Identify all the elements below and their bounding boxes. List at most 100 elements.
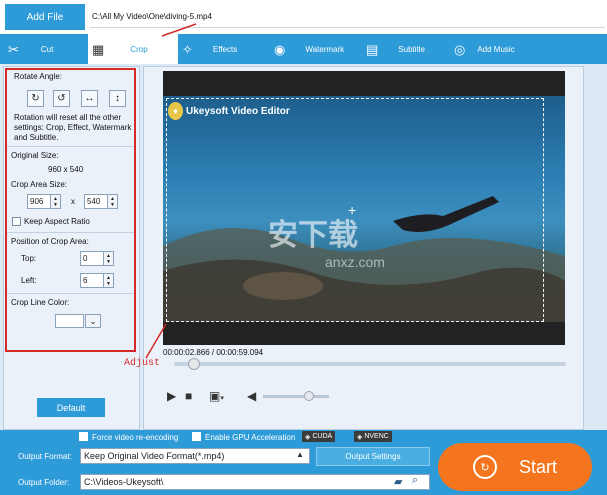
speaker-icon: ◀ bbox=[247, 389, 257, 403]
left-stepper[interactable]: 6 ▲ ▼ bbox=[80, 273, 114, 288]
effects-icon: ✧ bbox=[182, 41, 193, 57]
force-reencode-label: Force video re-encoding bbox=[92, 433, 179, 442]
tab-add-music-label: Add Music bbox=[477, 44, 515, 54]
refresh-icon: ↻ bbox=[472, 455, 497, 479]
music-icon: ◎ bbox=[454, 41, 466, 57]
stepper-arrows-icon[interactable]: ▲ ▼ bbox=[50, 195, 60, 208]
left-label: Left: bbox=[21, 276, 37, 285]
stepper-arrows-icon[interactable]: ▲ ▼ bbox=[103, 274, 113, 287]
output-format-label: Output Format: bbox=[18, 452, 72, 461]
left-value: 6 bbox=[83, 276, 88, 285]
rotation-note: Rotation will reset all the other settin… bbox=[14, 113, 132, 142]
site-watermark: 安下载 bbox=[268, 219, 358, 252]
tab-watermark-label: Watermark bbox=[305, 44, 345, 54]
stepper-arrows-icon[interactable]: ▲ ▼ bbox=[103, 252, 113, 265]
volume-button[interactable]: ◀ bbox=[247, 389, 256, 403]
rotate-angle-label: Rotate Angle: bbox=[14, 72, 63, 81]
stepper-arrows-icon[interactable]: ▲ ▼ bbox=[107, 195, 117, 208]
keep-aspect-ratio-checkbox[interactable] bbox=[12, 217, 21, 226]
crop-width-value: 906 bbox=[30, 197, 44, 206]
file-path: C:\All My Video\One\diving-5.mp4 bbox=[92, 12, 212, 21]
play-button[interactable]: ▶ bbox=[167, 389, 176, 403]
crop-area-size-label: Crop Area Size: bbox=[11, 180, 68, 189]
gpu-acceleration-label: Enable GPU Acceleration bbox=[205, 433, 296, 442]
chevron-down-icon: ▾ bbox=[220, 395, 224, 402]
nvenc-label: NVENC bbox=[364, 433, 389, 440]
crop-line-color-swatch[interactable] bbox=[55, 314, 84, 328]
chevron-down-icon: ⌄ bbox=[89, 315, 97, 326]
camera-icon: ▣ bbox=[209, 389, 221, 403]
rotate-cw-icon: ↻ bbox=[31, 93, 40, 104]
start-button[interactable]: ↻ Start bbox=[438, 443, 592, 491]
crop-height-stepper[interactable]: 540 ▲ ▼ bbox=[84, 194, 118, 209]
stop-button[interactable]: ■ bbox=[185, 389, 192, 403]
rotate-right-button[interactable]: ↻ bbox=[27, 90, 44, 107]
force-reencode-checkbox[interactable] bbox=[79, 432, 88, 441]
scissors-icon: ✂ bbox=[8, 41, 19, 57]
crosshair-icon[interactable]: + bbox=[348, 203, 356, 217]
timecode: 00:00:02.866 / 00:00:59.094 bbox=[163, 348, 264, 357]
crop-height-value: 540 bbox=[87, 197, 101, 206]
flip-vertical-icon: ↕ bbox=[115, 93, 120, 104]
flip-vertical-button[interactable]: ↕ bbox=[109, 90, 126, 107]
tab-add-music[interactable]: ◎ Add Music bbox=[450, 34, 540, 64]
flip-horizontal-button[interactable]: ↔ bbox=[81, 90, 98, 107]
output-format-select[interactable]: Keep Original Video Format(*.mp4) bbox=[80, 448, 310, 464]
highlight-box bbox=[5, 68, 136, 352]
tab-cut-label: Cut bbox=[40, 44, 54, 54]
tab-crop[interactable]: ▦ Crop bbox=[88, 34, 178, 64]
site-watermark-url: anxz.com bbox=[325, 254, 385, 270]
tab-bar: ✂ Cut ▦ Crop ✧ Effects ◉ Watermark ▤ Sub… bbox=[0, 34, 607, 64]
output-folder-label: Output Folder: bbox=[18, 478, 70, 487]
tab-effects-label: Effects bbox=[212, 44, 238, 54]
add-file-button[interactable]: Add File bbox=[5, 4, 85, 30]
nvidia-icon: ◈ bbox=[357, 433, 365, 441]
tab-subtitle[interactable]: ▤ Subtitle bbox=[358, 34, 450, 64]
watermark-icon: ◉ bbox=[274, 41, 286, 57]
volume-slider[interactable] bbox=[263, 395, 329, 398]
top-stepper[interactable]: 0 ▲ ▼ bbox=[80, 251, 114, 266]
crop-icon: ▦ bbox=[92, 41, 105, 57]
seek-handle[interactable] bbox=[187, 358, 200, 370]
output-folder-field[interactable]: C:\Videos-Ukeysoft\ bbox=[80, 474, 430, 490]
rotate-ccw-icon: ↺ bbox=[57, 93, 66, 104]
color-dropdown-button[interactable]: ⌄ bbox=[85, 314, 101, 328]
crop-line-color-label: Crop Line Color: bbox=[11, 298, 70, 307]
keep-aspect-ratio-label: Keep Aspect Ratio bbox=[24, 217, 90, 226]
crop-width-stepper[interactable]: 906 ▲ ▼ bbox=[27, 194, 61, 209]
top-value: 0 bbox=[83, 254, 88, 263]
annotation-arrow bbox=[161, 23, 197, 37]
annotation-arrow bbox=[145, 323, 167, 359]
seek-bar[interactable] bbox=[174, 362, 566, 366]
app-logo-icon: ♦ bbox=[168, 102, 183, 120]
play-icon: ▶ bbox=[167, 389, 177, 403]
default-button[interactable]: Default bbox=[37, 398, 105, 417]
search-icon[interactable]: ⌕ bbox=[412, 474, 418, 487]
divider bbox=[7, 146, 134, 147]
cuda-label: CUDA bbox=[312, 433, 333, 440]
tab-subtitle-label: Subtitle bbox=[398, 44, 425, 54]
tab-effects[interactable]: ✧ Effects bbox=[178, 34, 266, 64]
crop-size-separator: x bbox=[71, 197, 75, 206]
tab-watermark[interactable]: ◉ Watermark bbox=[266, 34, 358, 64]
snapshot-button[interactable]: ▣▾ bbox=[209, 389, 224, 403]
original-size-value: 960 x 540 bbox=[48, 165, 84, 174]
divider bbox=[7, 232, 134, 233]
top-label: Top: bbox=[21, 254, 37, 263]
tab-cut[interactable]: ✂ Cut bbox=[0, 34, 88, 64]
rotate-left-button[interactable]: ↺ bbox=[53, 90, 70, 107]
flip-horizontal-icon: ↔ bbox=[84, 93, 95, 104]
gpu-acceleration-checkbox[interactable] bbox=[192, 432, 201, 441]
position-label: Position of Crop Area: bbox=[11, 237, 89, 246]
folder-icon[interactable]: ▰ bbox=[394, 475, 402, 488]
divider bbox=[7, 293, 134, 294]
original-size-label: Original Size: bbox=[11, 151, 59, 160]
app-window: Add File C:\All My Video\One\diving-5.mp… bbox=[0, 0, 607, 495]
cuda-badge: ◈ CUDA bbox=[302, 431, 336, 442]
stop-icon: ■ bbox=[185, 389, 193, 403]
dropdown-arrow-icon[interactable]: ▲ bbox=[296, 450, 304, 459]
subtitle-icon: ▤ bbox=[366, 41, 379, 57]
video-overlay-title: Ukeysoft Video Editor bbox=[186, 106, 290, 117]
output-settings-button[interactable]: Output Settings bbox=[316, 447, 430, 466]
nvenc-badge: ◈ NVENC bbox=[354, 431, 392, 442]
